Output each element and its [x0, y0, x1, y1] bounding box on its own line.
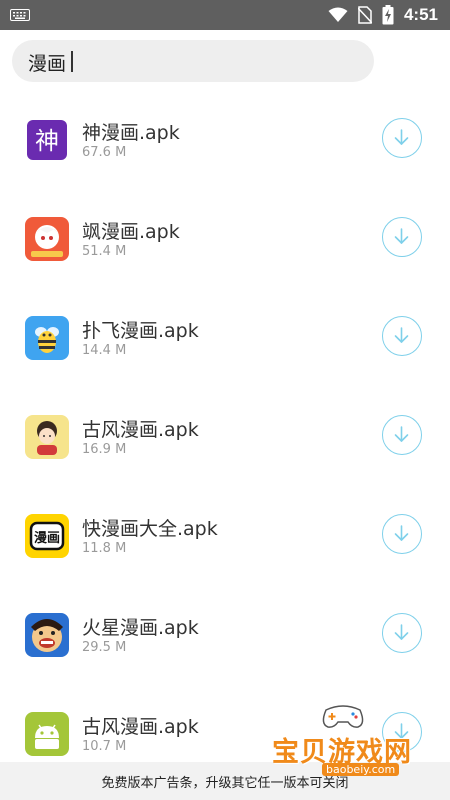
app-name: 火星漫画.apk [82, 617, 199, 639]
wifi-icon [328, 7, 348, 22]
download-button[interactable] [382, 118, 422, 158]
app-list-item[interactable]: 飒漫画.apk 51.4 M [0, 187, 450, 286]
app-list-item[interactable]: 古风漫画.apk 16.9 M [0, 385, 450, 484]
app-size: 14.4 M [82, 343, 127, 358]
keyboard-icon [10, 9, 30, 21]
huoxing-manhua-app-icon [25, 613, 69, 657]
app-size: 29.5 M [82, 640, 127, 655]
download-arrow-icon [394, 129, 409, 145]
gufeng-manhua-app-icon [25, 415, 69, 459]
download-button[interactable] [382, 514, 422, 554]
download-arrow-icon [394, 723, 409, 739]
app-name: 古风漫画.apk [82, 716, 199, 738]
app-list-item[interactable]: 火星漫画.apk 29.5 M [0, 583, 450, 682]
pufei-manhua-app-icon [25, 316, 69, 360]
download-button[interactable] [382, 415, 422, 455]
app-size: 51.4 M [82, 244, 127, 259]
status-time: 4:51 [403, 5, 438, 24]
download-button[interactable] [382, 316, 422, 356]
app-list-item[interactable]: 扑飞漫画.apk 14.4 M [0, 286, 450, 385]
download-button[interactable] [382, 712, 422, 752]
download-button[interactable] [382, 613, 422, 653]
ad-banner-text: 免费版本广告条，升级其它任一版本可关闭 [101, 775, 349, 791]
app-size: 67.6 M [82, 145, 127, 160]
app-name: 神漫画.apk [82, 122, 180, 144]
app-size: 16.9 M [82, 442, 127, 457]
app-name: 快漫画大全.apk [82, 518, 218, 540]
app-name: 扑飞漫画.apk [82, 320, 199, 342]
download-arrow-icon [394, 228, 409, 244]
text-cursor [71, 51, 73, 72]
svg-text:神: 神 [35, 127, 59, 155]
download-arrow-icon [394, 327, 409, 343]
app-name: 古风漫画.apk [82, 419, 199, 441]
download-arrow-icon [394, 525, 409, 541]
battery-charging-icon [382, 5, 394, 25]
ad-banner[interactable]: 免费版本广告条，升级其它任一版本可关闭 [0, 762, 450, 800]
search-input[interactable] [26, 40, 360, 84]
app-list: 神神漫画.apk 67.6 M 飒漫画.apk 51.4 M 扑飞漫画.apk 14.4 … [0, 88, 450, 781]
app-size: 11.8 M [82, 541, 127, 556]
app-list-item[interactable]: 神 神漫画.apk 67.6 M [0, 88, 450, 187]
no-sim-icon [357, 6, 372, 24]
download-arrow-icon [394, 426, 409, 442]
download-button[interactable] [382, 217, 422, 257]
app-size: 10.7 M [82, 739, 127, 754]
status-bar: 4:51 [0, 0, 450, 30]
download-arrow-icon [394, 624, 409, 640]
sa-manhua-app-icon [25, 217, 69, 261]
app-list-item[interactable]: 漫画 快漫画大全.apk 11.8 M [0, 484, 450, 583]
app-name: 飒漫画.apk [82, 221, 180, 243]
kuai-manhua-app-icon: 漫画 [25, 514, 69, 558]
android-app-icon [25, 712, 69, 756]
app-icon-text: 漫画 [34, 530, 60, 546]
search-box[interactable] [12, 40, 374, 84]
shen-manhua-app-icon: 神 [25, 118, 69, 162]
